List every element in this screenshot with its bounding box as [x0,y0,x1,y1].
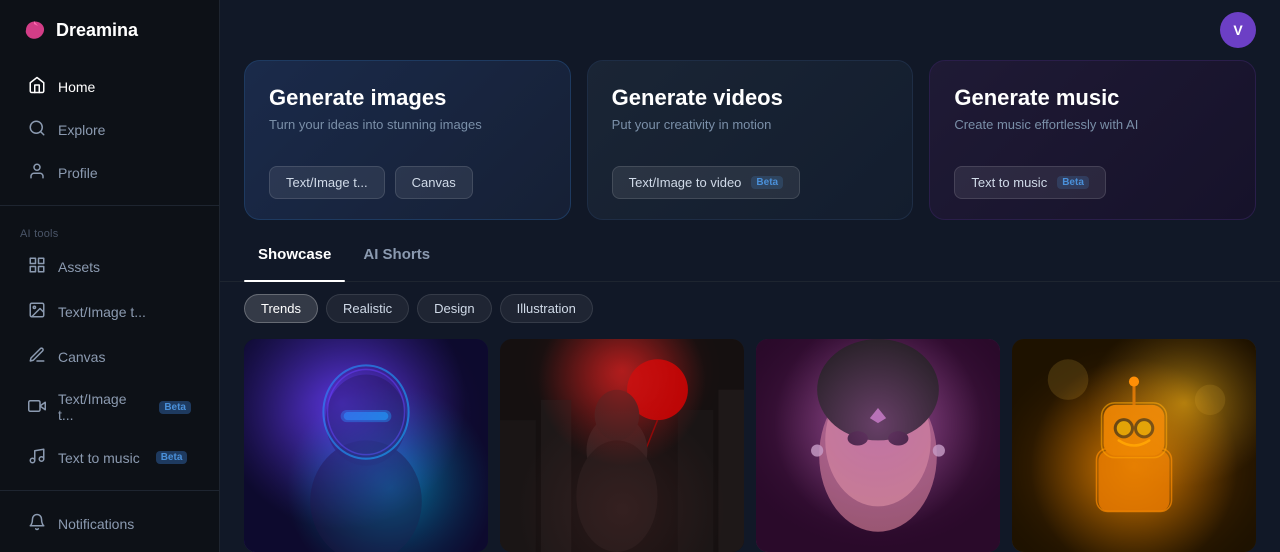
filter-trends[interactable]: Trends [244,294,318,323]
text-video-beta-badge: Beta [751,176,783,189]
showcase-tabs: Showcase AI Shorts [220,240,1280,282]
text-image-btn-label: Text/Image t... [286,175,368,190]
sidebar: Dreamina Home Explore [0,0,220,552]
app-name: Dreamina [56,20,138,41]
generate-images-title: Generate images [269,85,546,111]
textimage-icon [28,301,46,322]
generate-videos-card: Generate videos Put your creativity in m… [587,60,914,220]
text-video-button[interactable]: Text/Image to video Beta [612,166,800,199]
main-content: V Generate images Turn your ideas into s… [220,0,1280,552]
generate-images-subtitle: Turn your ideas into stunning images [269,117,546,132]
filter-illustration[interactable]: Illustration [500,294,593,323]
filter-realistic[interactable]: Realistic [326,294,409,323]
generate-videos-subtitle: Put your creativity in motion [612,117,889,132]
profile-icon [28,162,46,183]
sidebar-item-assets-label: Assets [58,259,100,275]
text-music-beta-badge: Beta [1057,176,1089,189]
gallery-item-1[interactable] [244,339,488,552]
dreamina-logo-icon [20,16,48,44]
sidebar-item-explore[interactable]: Explore [8,109,211,150]
sidebar-item-assets[interactable]: Assets [8,246,211,287]
filter-row: Trends Realistic Design Illustration [220,294,1280,339]
gallery-item-3[interactable] [756,339,1000,552]
tab-ai-shorts[interactable]: AI Shorts [349,240,444,269]
sidebar-item-textimage2[interactable]: Text/Image t... Beta [8,381,211,433]
explore-icon [28,119,46,140]
feature-cards: Generate images Turn your ideas into stu… [220,60,1280,240]
sidebar-item-text-to-music-label: Text to music [58,450,140,466]
generate-videos-buttons: Text/Image to video Beta [612,166,889,199]
textimage2-icon [28,397,46,418]
bell-icon [28,513,46,534]
sidebar-item-canvas[interactable]: Canvas [8,336,211,377]
canvas-btn-label: Canvas [412,175,456,190]
sidebar-item-notifications[interactable]: Notifications [8,503,211,544]
sidebar-item-profile[interactable]: Profile [8,152,211,193]
sidebar-item-home-label: Home [58,79,95,95]
sidebar-item-textimage1-label: Text/Image t... [58,304,146,320]
sidebar-item-profile-label: Profile [58,165,98,181]
main-nav: Home Explore Profile [0,64,219,195]
filter-design[interactable]: Design [417,294,491,323]
generate-videos-title: Generate videos [612,85,889,111]
logo-area[interactable]: Dreamina [0,0,219,64]
image-grid [220,339,1280,552]
sidebar-item-textimage1[interactable]: Text/Image t... [8,291,211,332]
text-video-btn-label: Text/Image to video [629,175,742,190]
text-music-button[interactable]: Text to music Beta [954,166,1106,199]
sidebar-item-textimage2-label: Text/Image t... [58,391,143,423]
canvas-button[interactable]: Canvas [395,166,473,199]
sidebar-item-text-to-music[interactable]: Text to music Beta [8,437,211,478]
ai-tools-label: AI tools [0,216,219,244]
page-header: V [220,0,1280,60]
canvas-icon [28,346,46,367]
music-icon [28,447,46,468]
user-avatar[interactable]: V [1220,12,1256,48]
sidebar-item-notifications-label: Notifications [58,516,134,532]
text-music-btn-label: Text to music [971,175,1047,190]
generate-music-title: Generate music [954,85,1231,111]
tools-divider [0,490,219,491]
sidebar-item-home[interactable]: Home [8,66,211,107]
nav-divider [0,205,219,206]
textimage2-beta-badge: Beta [159,401,191,414]
tab-showcase[interactable]: Showcase [244,240,345,269]
sidebar-item-explore-label: Explore [58,122,105,138]
text-to-music-beta-badge: Beta [156,451,188,464]
assets-icon [28,256,46,277]
gallery-item-2[interactable] [500,339,744,552]
gallery-item-4[interactable] [1012,339,1256,552]
generate-music-subtitle: Create music effortlessly with AI [954,117,1231,132]
generate-images-card: Generate images Turn your ideas into stu… [244,60,571,220]
home-icon [28,76,46,97]
generate-music-buttons: Text to music Beta [954,166,1231,199]
generate-music-card: Generate music Create music effortlessly… [929,60,1256,220]
generate-images-buttons: Text/Image t... Canvas [269,166,546,199]
text-image-button[interactable]: Text/Image t... [269,166,385,199]
sidebar-item-canvas-label: Canvas [58,349,105,365]
